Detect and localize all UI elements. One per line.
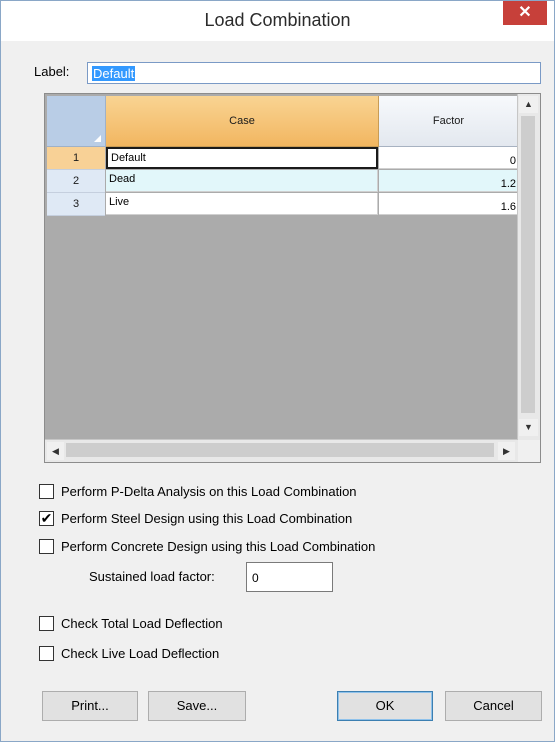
horizontal-scrollbar[interactable]: ◀ ▶	[45, 439, 518, 462]
concrete-design-label[interactable]: Perform Concrete Design using this Load …	[61, 539, 375, 554]
pdelta-label[interactable]: Perform P-Delta Analysis on this Load Co…	[61, 484, 357, 499]
concrete-design-checkbox[interactable]	[39, 539, 54, 554]
dialog-title: Load Combination	[204, 10, 351, 30]
row-number[interactable]: 3	[47, 193, 105, 216]
load-case-grid[interactable]: Case Factor 1 Default 0 2 Dead 1.2 3 Liv…	[44, 93, 541, 463]
table-row[interactable]: 3 Live 1.6	[47, 193, 518, 216]
load-combination-dialog: Load Combination ✕ Label: Default Case F…	[0, 0, 555, 742]
total-deflection-label[interactable]: Check Total Load Deflection	[61, 616, 223, 631]
scroll-right-button[interactable]: ▶	[498, 442, 515, 460]
vertical-scroll-thumb[interactable]	[521, 116, 535, 413]
steel-design-label[interactable]: Perform Steel Design using this Load Com…	[61, 511, 352, 526]
factor-cell[interactable]: 1.2	[379, 170, 518, 192]
live-deflection-label[interactable]: Check Live Load Deflection	[61, 646, 219, 661]
row-number[interactable]: 1	[47, 147, 105, 170]
sustained-load-factor-label: Sustained load factor:	[89, 569, 215, 584]
total-deflection-checkbox[interactable]	[39, 616, 54, 631]
arrow-left-icon: ◀	[52, 446, 59, 456]
arrow-right-icon: ▶	[503, 446, 510, 456]
title-bar: Load Combination ✕	[1, 1, 554, 41]
arrow-down-icon: ▼	[524, 422, 533, 432]
label-input-value: Default	[92, 66, 136, 81]
sustained-load-factor-input[interactable]: 0	[246, 562, 333, 592]
table-row[interactable]: 1 Default 0	[47, 147, 518, 170]
ok-button[interactable]: OK	[337, 691, 433, 721]
case-cell[interactable]: Default	[106, 147, 378, 169]
scroll-left-button[interactable]: ◀	[47, 442, 64, 460]
pdelta-checkbox[interactable]	[39, 484, 54, 499]
label-input[interactable]: Default	[87, 62, 541, 84]
row-number[interactable]: 2	[47, 170, 105, 193]
case-cell[interactable]: Dead	[106, 170, 378, 192]
scrollbar-corner	[518, 440, 540, 462]
cancel-button[interactable]: Cancel	[445, 691, 542, 721]
case-cell[interactable]: Live	[106, 193, 378, 215]
column-header-factor[interactable]: Factor	[379, 96, 518, 147]
steel-design-checkbox[interactable]: ✔	[39, 511, 54, 526]
column-header-case[interactable]: Case	[106, 96, 379, 147]
label-caption: Label:	[34, 64, 70, 79]
factor-cell[interactable]: 0	[379, 147, 518, 169]
print-button[interactable]: Print...	[42, 691, 138, 721]
select-all-icon	[94, 135, 101, 142]
scroll-down-button[interactable]: ▼	[519, 419, 538, 436]
grid-corner[interactable]	[47, 96, 106, 147]
scroll-up-button[interactable]: ▲	[519, 96, 538, 113]
live-deflection-checkbox[interactable]	[39, 646, 54, 661]
close-icon: ✕	[518, 4, 532, 21]
close-button[interactable]: ✕	[503, 1, 547, 25]
arrow-up-icon: ▲	[524, 99, 533, 109]
vertical-scrollbar[interactable]: ▲ ▼	[517, 94, 540, 440]
save-button[interactable]: Save...	[148, 691, 246, 721]
horizontal-scroll-thumb[interactable]	[66, 443, 494, 457]
factor-cell[interactable]: 1.6	[379, 193, 518, 215]
checkmark-icon: ✔	[40, 510, 53, 526]
table-row[interactable]: 2 Dead 1.2	[47, 170, 518, 193]
